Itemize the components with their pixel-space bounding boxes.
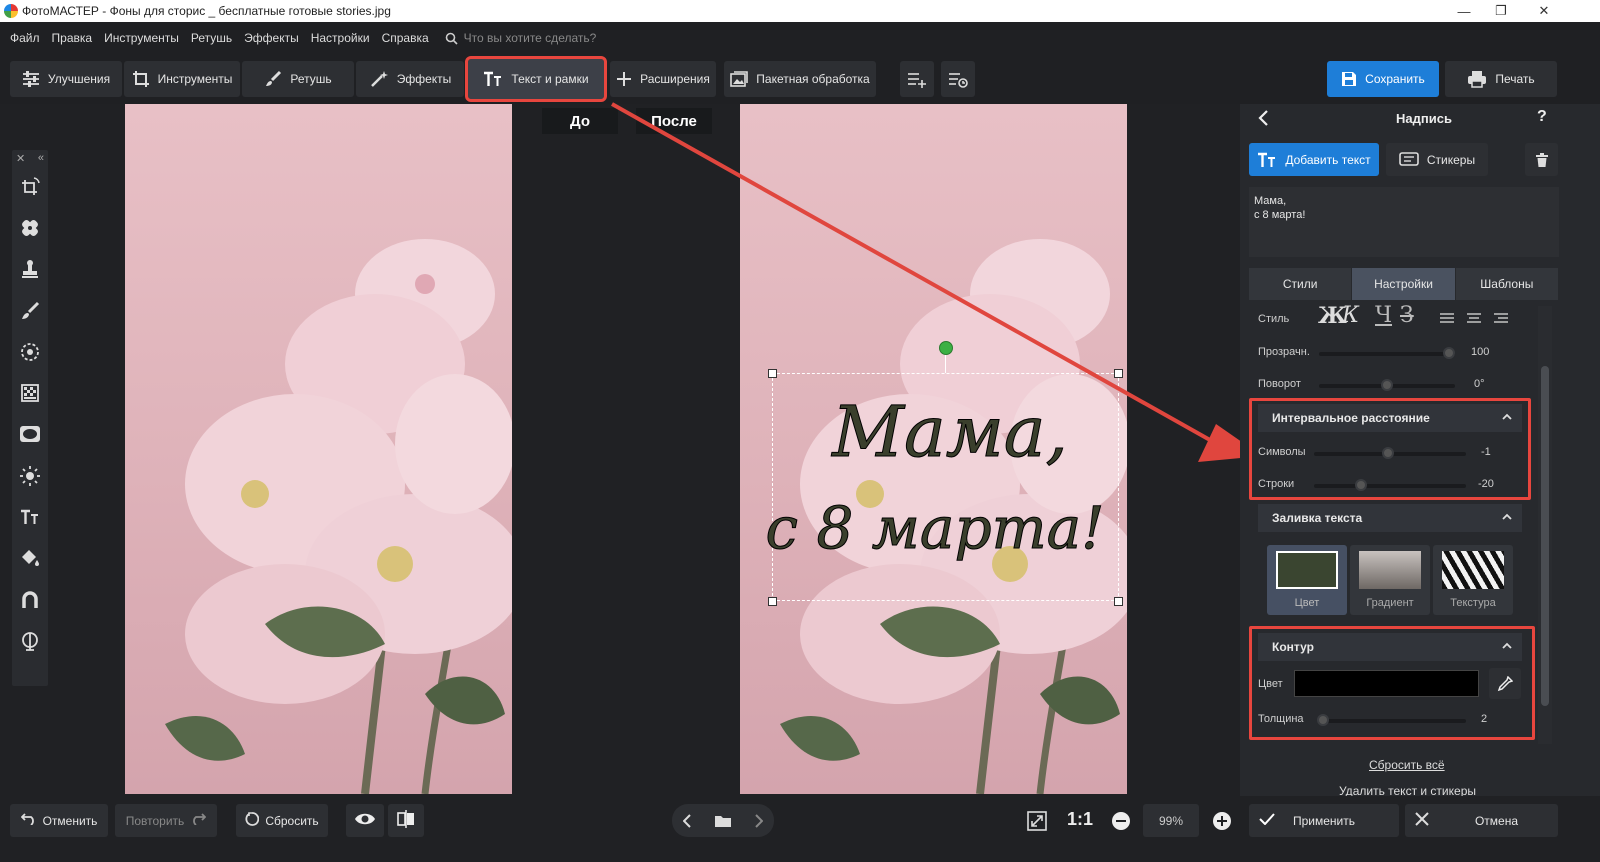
redo-label: Повторить bbox=[125, 813, 185, 828]
slider-knob[interactable] bbox=[1317, 714, 1329, 726]
add-text-label: Добавить текст bbox=[1285, 152, 1371, 167]
fill-section-title: Заливка текста bbox=[1272, 511, 1363, 525]
panel-scrollbar[interactable] bbox=[1538, 306, 1552, 744]
align-center-icon[interactable] bbox=[1467, 313, 1481, 328]
delete-button[interactable] bbox=[1525, 143, 1558, 176]
panel-tabs: Стили Настройки Шаблоны bbox=[1249, 268, 1559, 300]
fill-gradient-option[interactable]: Градиент bbox=[1350, 545, 1430, 615]
fill-color-swatch bbox=[1276, 551, 1338, 589]
undo-label: Отменить bbox=[42, 813, 98, 828]
tab-styles[interactable]: Стили bbox=[1249, 268, 1353, 300]
slider-knob[interactable] bbox=[1382, 447, 1394, 459]
prev-image-icon[interactable] bbox=[672, 813, 702, 828]
stickers-button[interactable]: Стикеры bbox=[1386, 143, 1488, 176]
chars-label: Символы bbox=[1258, 446, 1306, 458]
tab-templates[interactable]: Шаблоны bbox=[1455, 268, 1559, 300]
lines-slider[interactable] bbox=[1314, 479, 1466, 491]
undo-icon bbox=[20, 813, 37, 828]
rotation-slider[interactable] bbox=[1319, 379, 1455, 391]
panel-title: Надпись bbox=[1396, 110, 1452, 126]
slider-knob[interactable] bbox=[1443, 347, 1455, 359]
rotation-label: Поворот bbox=[1258, 378, 1301, 390]
spacing-section-header[interactable]: Интервальное расстояние bbox=[1258, 404, 1522, 432]
reset-all-link[interactable]: Сбросить всё bbox=[1369, 758, 1445, 772]
apply-label: Применить bbox=[1292, 813, 1355, 828]
text-content-line2: с 8 марта! bbox=[1254, 209, 1306, 221]
fit-screen-icon[interactable] bbox=[1027, 811, 1047, 834]
lines-value: -20 bbox=[1478, 478, 1494, 490]
eyedropper-button[interactable] bbox=[1489, 668, 1521, 699]
lines-label: Строки bbox=[1258, 478, 1295, 490]
stickers-label: Стикеры bbox=[1426, 152, 1476, 167]
text-content-field[interactable]: Мама, с 8 марта! bbox=[1249, 187, 1559, 257]
image-navigator bbox=[672, 804, 774, 837]
chars-slider[interactable] bbox=[1314, 447, 1466, 459]
next-image-icon[interactable] bbox=[744, 813, 774, 828]
chevron-up-icon bbox=[1502, 410, 1512, 424]
compare-button[interactable] bbox=[388, 804, 424, 837]
fill-option-label: Градиент bbox=[1366, 597, 1414, 609]
close-icon bbox=[1415, 812, 1429, 829]
strikethrough-button[interactable]: З bbox=[1400, 303, 1414, 328]
thickness-value: 2 bbox=[1481, 713, 1488, 725]
fill-texture-swatch bbox=[1442, 551, 1504, 589]
check-icon bbox=[1259, 813, 1275, 828]
chevron-up-icon bbox=[1502, 510, 1512, 524]
slider-knob[interactable] bbox=[1381, 379, 1393, 391]
thickness-slider[interactable] bbox=[1317, 714, 1466, 726]
reset-label: Сбросить bbox=[265, 813, 319, 828]
opacity-slider[interactable] bbox=[1319, 347, 1455, 359]
outline-color-label: Цвет bbox=[1258, 678, 1283, 690]
cancel-button[interactable]: Отмена bbox=[1405, 804, 1558, 837]
fill-option-label: Текстура bbox=[1450, 597, 1496, 609]
redo-icon bbox=[190, 813, 207, 828]
opacity-label: Прозрачн. bbox=[1258, 346, 1310, 358]
compare-icon bbox=[397, 810, 415, 831]
zoom-value[interactable]: 99% bbox=[1143, 804, 1199, 837]
fill-gradient-swatch bbox=[1359, 551, 1421, 589]
style-label: Стиль bbox=[1258, 313, 1290, 325]
scrollbar-thumb[interactable] bbox=[1541, 366, 1549, 706]
opacity-value: 100 bbox=[1471, 346, 1490, 358]
eye-icon bbox=[354, 812, 376, 829]
thickness-label: Толщина bbox=[1258, 713, 1304, 725]
sticker-icon bbox=[1399, 151, 1419, 168]
align-right-icon[interactable] bbox=[1494, 313, 1508, 328]
slider-knob[interactable] bbox=[1355, 479, 1367, 491]
italic-button[interactable]: К bbox=[1342, 303, 1359, 328]
outline-section-header[interactable]: Контур bbox=[1258, 633, 1522, 661]
reset-button[interactable]: Сбросить bbox=[236, 804, 328, 837]
zoom-out-icon[interactable] bbox=[1111, 811, 1131, 834]
text-icon bbox=[1257, 152, 1277, 168]
preview-button[interactable] bbox=[346, 804, 384, 837]
help-icon[interactable]: ? bbox=[1537, 108, 1547, 126]
folder-icon[interactable] bbox=[708, 814, 738, 827]
outline-section-title: Контур bbox=[1272, 640, 1314, 654]
trash-icon bbox=[1535, 152, 1548, 167]
rotation-value: 0° bbox=[1474, 378, 1485, 390]
fill-option-label: Цвет bbox=[1294, 597, 1320, 609]
zoom-in-icon[interactable] bbox=[1212, 811, 1232, 834]
cancel-label: Отмена bbox=[1474, 813, 1519, 828]
chevron-up-icon bbox=[1502, 639, 1512, 653]
zoom-1to1-button[interactable]: 1:1 bbox=[1067, 809, 1093, 830]
spacing-section-title: Интервальное расстояние bbox=[1272, 411, 1430, 425]
redo-button[interactable]: Повторить bbox=[115, 804, 217, 837]
undo-button[interactable]: Отменить bbox=[10, 804, 108, 837]
text-content-line1: Мама, bbox=[1254, 195, 1287, 207]
reset-icon bbox=[245, 812, 260, 829]
eyedropper-icon bbox=[1497, 675, 1513, 691]
chars-value: -1 bbox=[1481, 446, 1491, 458]
apply-button[interactable]: Применить bbox=[1249, 804, 1399, 837]
add-text-button[interactable]: Добавить текст bbox=[1249, 143, 1379, 176]
fill-color-option[interactable]: Цвет bbox=[1267, 545, 1347, 615]
back-icon[interactable] bbox=[1257, 110, 1273, 126]
underline-button[interactable]: Ч bbox=[1375, 303, 1392, 328]
tab-settings[interactable]: Настройки bbox=[1352, 268, 1456, 300]
align-left-icon[interactable] bbox=[1440, 313, 1454, 328]
fill-texture-option[interactable]: Текстура bbox=[1433, 545, 1513, 615]
outline-color-swatch[interactable] bbox=[1294, 670, 1479, 697]
fill-section-header[interactable]: Заливка текста bbox=[1258, 504, 1522, 532]
